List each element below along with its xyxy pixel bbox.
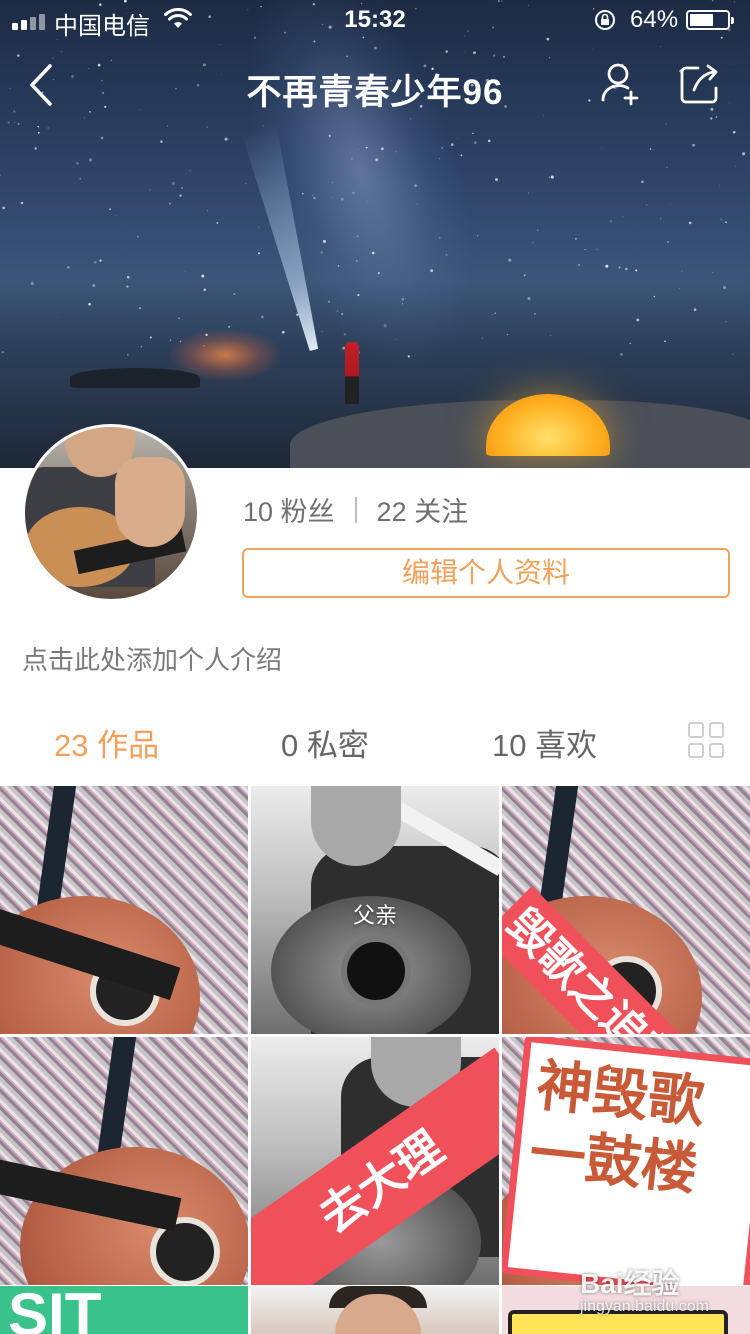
video-thumbnail[interactable]: SIT xyxy=(0,1286,248,1334)
video-thumbnail[interactable]: 去大理 xyxy=(251,1037,499,1285)
edit-profile-button[interactable]: 编辑个人资料 xyxy=(242,548,730,598)
battery-percent: 64% xyxy=(630,6,679,33)
status-bar: 中国电信 15:32 64% xyxy=(0,0,750,40)
video-thumbnail[interactable] xyxy=(251,1286,499,1334)
stats-divider xyxy=(354,496,357,523)
nav-bar: 不再青春少年96 xyxy=(0,48,750,124)
video-thumbnail[interactable]: 父亲 xyxy=(251,786,499,1034)
rotation-lock-icon xyxy=(595,10,615,30)
fans-count[interactable]: 10 粉丝 xyxy=(243,490,335,529)
avatar[interactable] xyxy=(22,424,200,602)
share-icon[interactable] xyxy=(678,62,722,106)
grid-view-icon[interactable] xyxy=(688,722,724,758)
person-figure xyxy=(345,342,359,404)
watermark: Bai经验 xyxy=(580,1268,680,1299)
video-caption-board: 神毁歌 一鼓楼 xyxy=(502,1037,750,1285)
watermark-url: jingyan.baidu.com xyxy=(580,1298,709,1315)
tab-works[interactable]: 23 作品 xyxy=(54,720,159,765)
page-title: 不再青春少年96 xyxy=(246,73,504,112)
video-thumbnail[interactable]: 毁歌之追梦赤子心 xyxy=(502,786,750,1034)
tab-private[interactable]: 0 私密 xyxy=(281,720,369,765)
add-user-icon[interactable] xyxy=(598,60,642,110)
video-thumbnail[interactable] xyxy=(0,786,248,1034)
video-thumbnail[interactable]: 神毁歌 一鼓楼 xyxy=(502,1037,750,1285)
chevron-left-icon[interactable] xyxy=(22,60,62,110)
video-thumbnail[interactable] xyxy=(0,1037,248,1285)
intro-placeholder[interactable]: 点击此处添加个人介绍 xyxy=(22,640,282,677)
profile-stats: 10 粉丝 22 关注 xyxy=(243,490,468,529)
island xyxy=(70,368,200,388)
content-tabs: 23 作品 0 私密 10 喜欢 xyxy=(0,716,750,766)
following-count[interactable]: 22 关注 xyxy=(377,490,469,529)
battery-icon xyxy=(686,10,734,30)
video-caption: 父亲 xyxy=(352,903,397,928)
tab-likes[interactable]: 10 喜欢 xyxy=(492,720,597,765)
